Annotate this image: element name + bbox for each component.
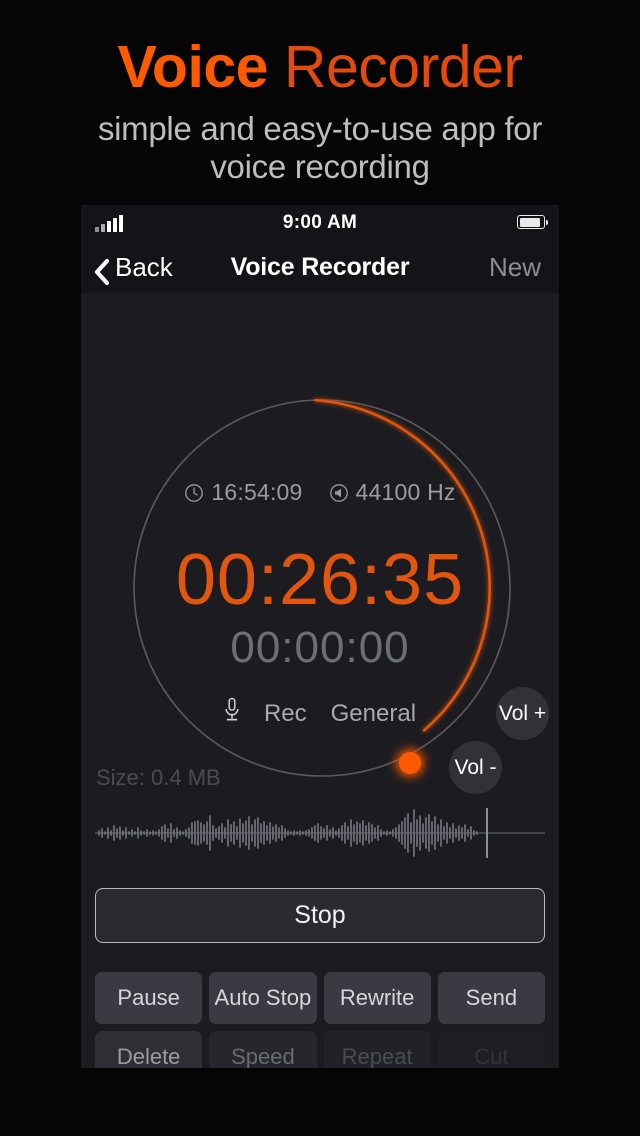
promo-title: Voice Recorder	[0, 36, 640, 98]
sample-rate-chip: 44100 Hz	[329, 479, 456, 506]
waveform-display[interactable]	[81, 798, 559, 868]
pause-button[interactable]: Pause	[95, 972, 203, 1024]
preset-label: General	[330, 699, 417, 727]
chevron-left-icon	[94, 258, 110, 286]
waveform-bars	[98, 809, 478, 857]
battery-icon	[517, 215, 548, 229]
stop-button[interactable]: Stop	[95, 888, 545, 943]
dial-info-row: 16:54:09 44100 Hz	[81, 479, 559, 506]
promo-title-light: Recorder	[283, 34, 523, 100]
send-button[interactable]: Send	[437, 972, 545, 1024]
elapsed-clock-chip: 16:54:09	[184, 479, 302, 506]
promo-subtitle-line2: voice recording	[210, 148, 430, 185]
action-grid: Pause Auto Stop Rewrite Send Delete Spee…	[95, 972, 545, 1068]
volume-down-button[interactable]: Vol -	[449, 741, 502, 794]
page-title: Voice Recorder	[230, 252, 410, 281]
promo-subtitle: simple and easy-to-use app for voice rec…	[0, 110, 640, 186]
back-button-label: Back	[115, 251, 173, 282]
delete-button[interactable]: Delete	[95, 1031, 203, 1068]
repeat-button[interactable]: Repeat	[323, 1031, 431, 1068]
new-button[interactable]: New	[489, 252, 541, 283]
recorder-stage: 16:54:09 44100 Hz 00:26:35 00:00:00 Rec …	[81, 293, 559, 1068]
ring-progress-handle	[399, 752, 421, 774]
timer-remaining: 00:00:00	[230, 623, 410, 672]
file-size-label: Size: 0.4 MB	[96, 765, 221, 790]
status-bar: 9:00 AM	[81, 205, 559, 241]
phone-screen: 9:00 AM Back Voice Recorder New 16:54:09…	[81, 205, 559, 1068]
promo-subtitle-line1: simple and easy-to-use app for	[97, 110, 543, 147]
clock-value: 16:54:09	[211, 479, 303, 505]
microphone-icon	[224, 697, 240, 730]
back-button[interactable]: Back	[94, 251, 173, 286]
mode-label: Rec	[263, 699, 307, 727]
signal-bars-icon	[95, 215, 123, 232]
volume-up-button[interactable]: Vol +	[496, 687, 549, 740]
promo-header: Voice Recorder simple and easy-to-use ap…	[0, 0, 640, 205]
speaker-icon	[329, 483, 349, 503]
sample-rate-value: 44100 Hz	[355, 479, 456, 505]
nav-bar: Back Voice Recorder New	[81, 241, 559, 293]
action-row-primary: Pause Auto Stop Rewrite Send	[95, 972, 545, 1024]
action-row-secondary: Delete Speed Repeat Cut	[95, 1031, 545, 1068]
speed-button[interactable]: Speed	[209, 1031, 317, 1068]
auto-stop-button[interactable]: Auto Stop	[209, 972, 317, 1024]
cut-button[interactable]: Cut	[437, 1031, 545, 1068]
promo-title-strong: Voice	[117, 34, 268, 100]
rewrite-button[interactable]: Rewrite	[323, 972, 431, 1024]
timer-elapsed: 00:26:35	[175, 540, 465, 620]
status-time: 9:00 AM	[282, 212, 358, 233]
clock-icon	[184, 483, 204, 503]
mode-row: Rec General	[81, 697, 559, 730]
